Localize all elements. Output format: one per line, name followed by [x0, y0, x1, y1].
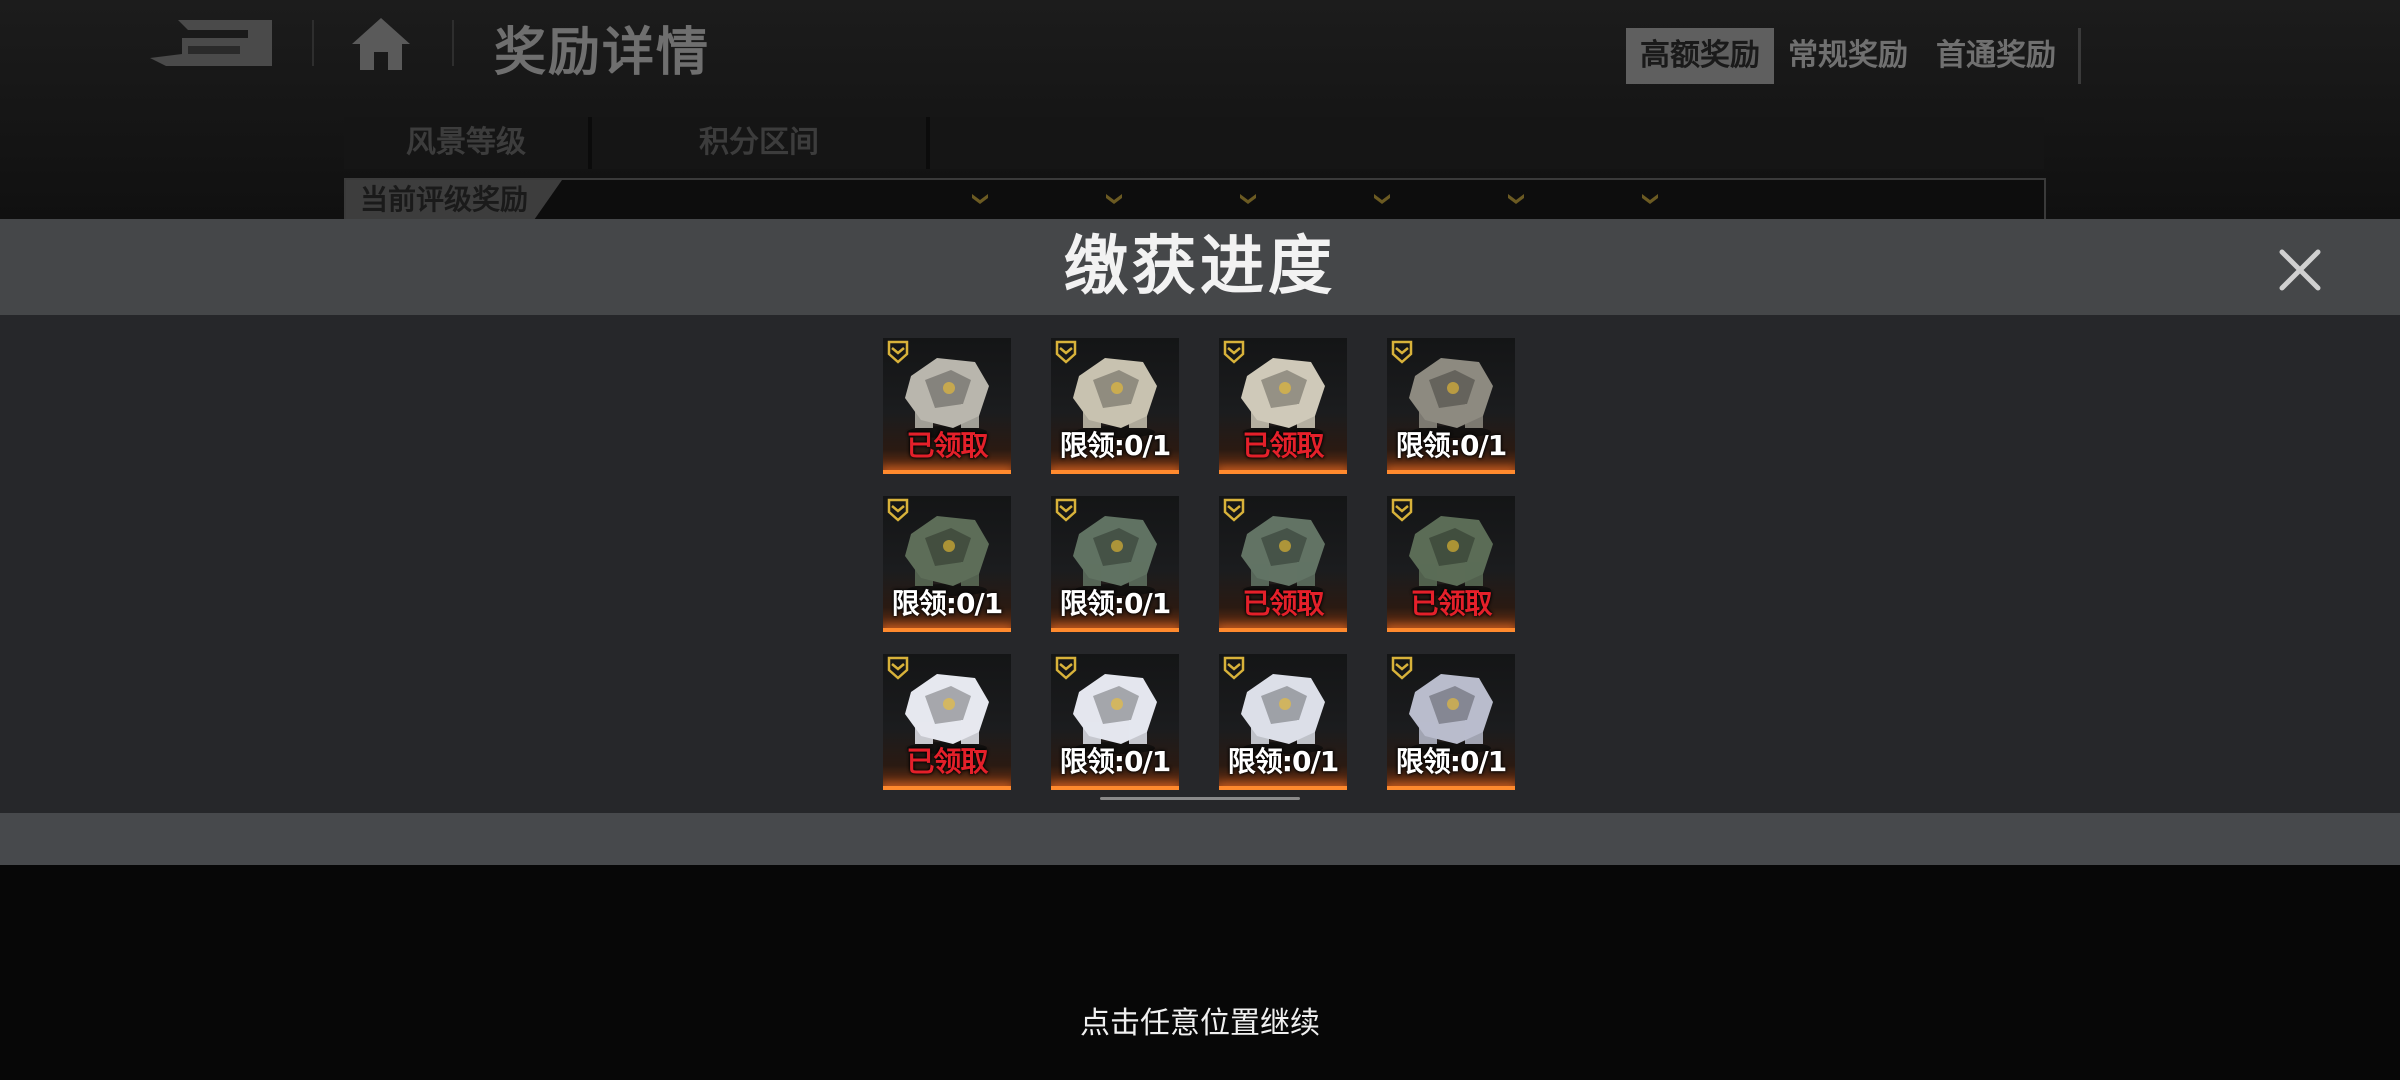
tab-first-clear-reward[interactable]: 首通奖励	[1922, 28, 2070, 84]
reward-item[interactable]: 限领:0/1	[1051, 496, 1179, 632]
rank-chevron-icon	[1391, 498, 1413, 522]
reward-item[interactable]: 限领:0/1	[1219, 654, 1347, 790]
rank-chevron-icon	[1642, 194, 1658, 204]
reward-item[interactable]: 已领取	[1219, 496, 1347, 632]
rank-chevron-icon	[1055, 656, 1077, 680]
rank-chevron-icon	[1391, 340, 1413, 364]
rank-chevron-icon	[1055, 498, 1077, 522]
back-logo-icon[interactable]	[148, 18, 274, 70]
item-status-label: 限领:0/1	[1059, 745, 1171, 778]
item-status-label: 限领:0/1	[1059, 587, 1171, 620]
item-status-label: 已领取	[1410, 587, 1492, 620]
filter-scenery-level[interactable]: 风景等级	[344, 117, 592, 169]
tab-high-reward[interactable]: 高额奖励	[1626, 28, 1774, 84]
rank-chevron-icon	[1391, 656, 1413, 680]
rank-chevron-icon	[1240, 194, 1256, 204]
modal-footer	[0, 813, 2400, 865]
rank-chevron-icon	[887, 498, 909, 522]
tabs-divider	[2078, 28, 2081, 84]
rank-chevron-icon	[1223, 340, 1245, 364]
item-status-label: 限领:0/1	[891, 587, 1003, 620]
filter-bar: 风景等级 积分区间	[344, 117, 2044, 169]
header-divider	[452, 20, 454, 66]
rank-chevron-icon	[1508, 194, 1524, 204]
reward-item[interactable]: 已领取	[883, 338, 1011, 474]
reward-item[interactable]: 限领:0/1	[1387, 338, 1515, 474]
rank-chevron-icon	[972, 194, 988, 204]
reward-tabs: 高额奖励 常规奖励 首通奖励	[1626, 28, 2081, 84]
scroll-indicator[interactable]	[1100, 797, 1300, 800]
tab-regular-reward[interactable]: 常规奖励	[1774, 28, 1922, 84]
item-status-label: 已领取	[906, 429, 988, 462]
page-title: 奖励详情	[494, 23, 711, 83]
home-icon[interactable]	[350, 16, 412, 72]
rank-chevron-icon	[887, 340, 909, 364]
item-status-label: 限领:0/1	[1227, 745, 1339, 778]
reward-item[interactable]: 限领:0/1	[883, 496, 1011, 632]
reward-item[interactable]: 限领:0/1	[1051, 338, 1179, 474]
item-status-label: 已领取	[906, 745, 988, 778]
reward-item[interactable]: 已领取	[1387, 496, 1515, 632]
capture-progress-grid	[0, 315, 2400, 813]
rank-chevron-icon	[1106, 194, 1122, 204]
modal-header: 缴获进度	[0, 219, 2400, 315]
rank-chevron-icon	[1223, 498, 1245, 522]
close-icon[interactable]	[2274, 244, 2326, 296]
item-status-label: 限领:0/1	[1059, 429, 1171, 462]
filter-score-range[interactable]: 积分区间	[592, 117, 930, 169]
rank-chevron-icon	[1055, 340, 1077, 364]
reward-item[interactable]: 已领取	[883, 654, 1011, 790]
rank-chevron-icon	[887, 656, 909, 680]
rank-chevron-icon	[1223, 656, 1245, 680]
reward-item[interactable]: 限领:0/1	[1051, 654, 1179, 790]
section-label: 当前评级奖励	[346, 180, 562, 220]
item-status-label: 限领:0/1	[1395, 745, 1507, 778]
rank-chevron-icon	[1374, 194, 1390, 204]
reward-item[interactable]: 限领:0/1	[1387, 654, 1515, 790]
item-status-label: 已领取	[1242, 429, 1324, 462]
item-status-label: 已领取	[1242, 587, 1324, 620]
header-divider	[312, 20, 314, 66]
continue-hint[interactable]: 点击任意位置继续	[0, 998, 2400, 1042]
item-status-label: 限领:0/1	[1395, 429, 1507, 462]
current-rating-reward-bar: 当前评级奖励	[344, 178, 2046, 222]
reward-item[interactable]: 已领取	[1219, 338, 1347, 474]
modal-title: 缴获进度	[1064, 230, 1336, 304]
